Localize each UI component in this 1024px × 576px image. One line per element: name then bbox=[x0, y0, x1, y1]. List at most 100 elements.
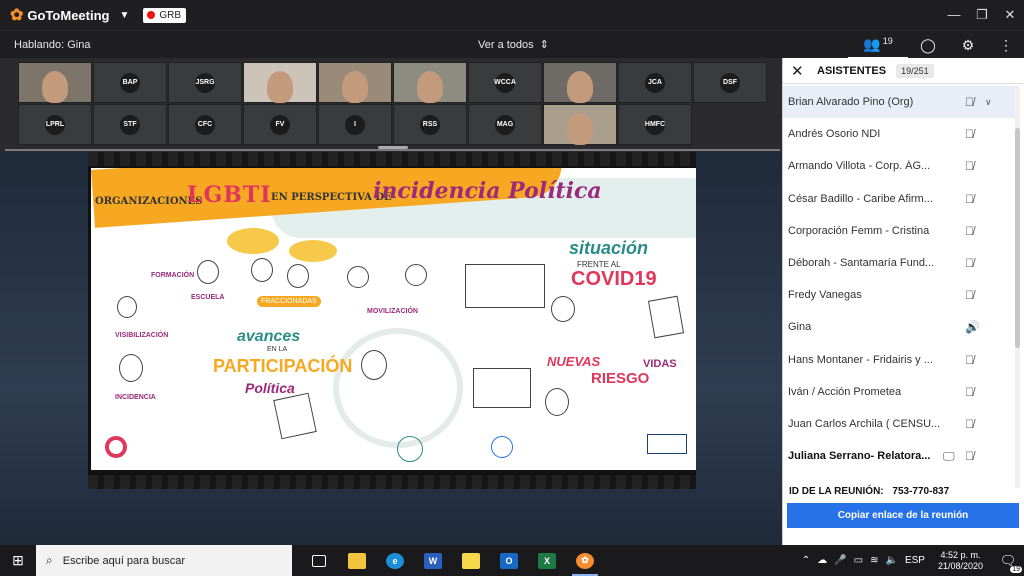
laptop-doodle bbox=[473, 368, 531, 408]
view-all-dropdown[interactable]: Ver a todos ⇕ bbox=[478, 38, 549, 52]
person-doodle bbox=[287, 264, 309, 288]
person-doodle bbox=[251, 258, 273, 282]
clock-date: 21/08/2020 bbox=[937, 560, 983, 571]
attendee-row[interactable]: Corporación Femm - Cristina 🎙̸ bbox=[783, 215, 1019, 247]
system-tray: ⌃ ☁ 🎤 ▭ ≋ 🔈 ESP 4:52 p. m. 21/08/2020 🗨 … bbox=[802, 550, 1022, 573]
muted-mic-icon[interactable]: 🎙̸ bbox=[965, 385, 974, 399]
app-title: GoToMeeting bbox=[27, 7, 110, 23]
task-view-icon bbox=[312, 554, 326, 567]
chevron-down-icon[interactable]: ∨ bbox=[985, 97, 992, 108]
participant-initials-tile[interactable]: JCA bbox=[618, 62, 692, 103]
clock[interactable]: 4:52 p. m. 21/08/2020 bbox=[938, 550, 983, 572]
people-icon: 👥 bbox=[863, 36, 881, 52]
sticky-notes-button[interactable] bbox=[452, 545, 490, 576]
attendee-row[interactable]: Andrés Osorio NDI 🎙̸ bbox=[783, 118, 1019, 150]
attendee-row[interactable]: Déborah - Santamaría Fund... 🎙̸ bbox=[783, 247, 1019, 279]
language-indicator[interactable]: ESP bbox=[905, 555, 925, 566]
participant-initials-tile[interactable]: JSRG bbox=[168, 62, 242, 103]
task-view-button[interactable] bbox=[300, 545, 338, 576]
scrollbar-thumb[interactable] bbox=[1015, 128, 1020, 348]
excel-button[interactable]: X bbox=[528, 545, 566, 576]
battery-icon[interactable]: ▭ bbox=[854, 555, 863, 566]
muted-mic-icon[interactable]: 🎙̸ bbox=[965, 127, 974, 141]
participant-initials-tile[interactable]: WCCA bbox=[468, 62, 542, 103]
participant-video-tile[interactable] bbox=[543, 104, 617, 145]
menu-caret-icon[interactable]: ▼ bbox=[120, 10, 130, 21]
attendee-row[interactable]: Gina 🔊 bbox=[783, 311, 1019, 343]
windows-start-icon[interactable]: ⊞ bbox=[0, 552, 36, 569]
settings-button[interactable]: ⚙ bbox=[948, 37, 988, 54]
speaker-icon[interactable]: 🔈 bbox=[885, 555, 897, 566]
participant-video-tile[interactable] bbox=[318, 62, 392, 103]
windows-taskbar: ⊞ ⌕ Escribe aquí para buscar e W O X ✿ ⌃… bbox=[0, 545, 1024, 576]
close-button[interactable]: ✕ bbox=[996, 7, 1024, 23]
wifi-icon[interactable]: ≋ bbox=[870, 555, 878, 566]
app-logo[interactable]: ✿ GoToMeeting bbox=[10, 5, 110, 25]
participant-initials-tile[interactable]: DSF bbox=[693, 62, 767, 103]
attendee-row[interactable]: Fredy Vanegas 🎙̸ bbox=[783, 279, 1019, 311]
copy-link-button[interactable]: Copiar enlace de la reunión bbox=[787, 503, 1019, 528]
muted-mic-icon[interactable]: 🎙̸ bbox=[965, 192, 974, 206]
muted-mic-icon[interactable]: 🎙̸ bbox=[965, 417, 974, 431]
participant-video-tile[interactable] bbox=[243, 62, 317, 103]
attendee-row[interactable]: Armando Villota - Corp. ÁG... 🎙̸ bbox=[783, 150, 1019, 182]
attendee-name: Hans Montaner - Fridairis y ... bbox=[788, 353, 933, 366]
participant-initials: DSF bbox=[720, 72, 740, 93]
attendee-row[interactable]: Juliana Serrano- Relatora... 🖵 🎙̸ bbox=[783, 440, 1019, 472]
word-button[interactable]: W bbox=[414, 545, 452, 576]
close-icon[interactable]: ✕ bbox=[791, 62, 807, 80]
muted-mic-icon[interactable]: 🎙̸ bbox=[965, 95, 974, 109]
participant-video-tile[interactable] bbox=[393, 62, 467, 103]
speaker-active-icon[interactable]: 🔊 bbox=[965, 320, 980, 334]
attendee-scrollbar[interactable] bbox=[1015, 88, 1020, 488]
gotomeeting-taskbar-button[interactable]: ✿ bbox=[566, 545, 604, 576]
taskbar-search[interactable]: ⌕ Escribe aquí para buscar bbox=[36, 545, 292, 576]
participant-initials-tile[interactable]: LPRL bbox=[18, 104, 92, 145]
speech-bubble-doodle bbox=[227, 228, 279, 254]
speaking-indicator: Hablando: Gina bbox=[14, 38, 91, 51]
muted-mic-icon[interactable]: 🎙̸ bbox=[965, 159, 974, 173]
attendee-name: Brian Alvarado Pino (Org) bbox=[788, 96, 914, 109]
cloud-icon[interactable]: ☁ bbox=[817, 555, 827, 566]
participant-initials: RSS bbox=[420, 114, 440, 135]
muted-mic-icon[interactable]: 🎙̸ bbox=[965, 353, 974, 367]
muted-mic-icon[interactable]: 🎙̸ bbox=[965, 256, 974, 270]
participant-initials-tile[interactable]: CFC bbox=[168, 104, 242, 145]
attendee-row[interactable]: Hans Montaner - Fridairis y ... 🎙̸ bbox=[783, 344, 1019, 376]
outlook-button[interactable]: O bbox=[490, 545, 528, 576]
slide-movilizacion: MOVILIZACIÓN bbox=[367, 308, 418, 315]
microphone-icon[interactable]: 🎤 bbox=[834, 555, 846, 566]
map-doodle bbox=[273, 392, 317, 440]
file-explorer-button[interactable] bbox=[338, 545, 376, 576]
chevron-up-icon[interactable]: ⌃ bbox=[802, 555, 810, 566]
participant-video-tile[interactable] bbox=[18, 62, 92, 103]
minimize-button[interactable]: — bbox=[940, 7, 968, 23]
chat-button[interactable]: ◯ bbox=[908, 37, 948, 54]
muted-mic-icon[interactable]: 🎙̸ bbox=[965, 449, 974, 463]
notifications-button[interactable]: 🗨 19 bbox=[996, 553, 1022, 573]
participant-initials-tile[interactable]: HMFC bbox=[618, 104, 692, 145]
resize-handle[interactable] bbox=[378, 146, 408, 149]
participant-initials-tile[interactable]: MAG bbox=[468, 104, 542, 145]
attendee-row[interactable]: César Badillo - Caribe Afirm... 🎙̸ bbox=[783, 183, 1019, 215]
edge-button[interactable]: e bbox=[376, 545, 414, 576]
participant-initials-tile[interactable]: FV bbox=[243, 104, 317, 145]
muted-mic-icon[interactable]: 🎙̸ bbox=[965, 224, 974, 238]
attendees-button[interactable]: 👥 19 bbox=[848, 31, 908, 59]
participant-video-tile[interactable] bbox=[543, 62, 617, 103]
attendee-row[interactable]: Juan Carlos Archila ( CENSU... 🎙̸ bbox=[783, 408, 1019, 440]
country-badge[interactable]: GRB bbox=[143, 7, 187, 23]
muted-mic-icon[interactable]: 🎙̸ bbox=[965, 288, 974, 302]
participant-initials-tile[interactable]: RSS bbox=[393, 104, 467, 145]
participant-initials-tile[interactable]: BAP bbox=[93, 62, 167, 103]
participant-initials-tile[interactable]: STF bbox=[93, 104, 167, 145]
slide-ring bbox=[333, 328, 463, 448]
attendee-name: Andrés Osorio NDI bbox=[788, 128, 881, 141]
participant-initials-tile[interactable]: I bbox=[318, 104, 392, 145]
attendee-row[interactable]: Iván / Acción Prometea 🎙̸ bbox=[783, 376, 1019, 408]
maximize-button[interactable]: ❐ bbox=[968, 7, 996, 23]
split-divider[interactable] bbox=[5, 149, 780, 151]
more-options-button[interactable]: ⋮ bbox=[988, 37, 1024, 54]
toolbar-icons: 👥 19 ◯ ⚙ ⋮ bbox=[848, 31, 1024, 59]
attendee-row[interactable]: Brian Alvarado Pino (Org) 🎙̸ ∨ bbox=[783, 86, 1019, 119]
